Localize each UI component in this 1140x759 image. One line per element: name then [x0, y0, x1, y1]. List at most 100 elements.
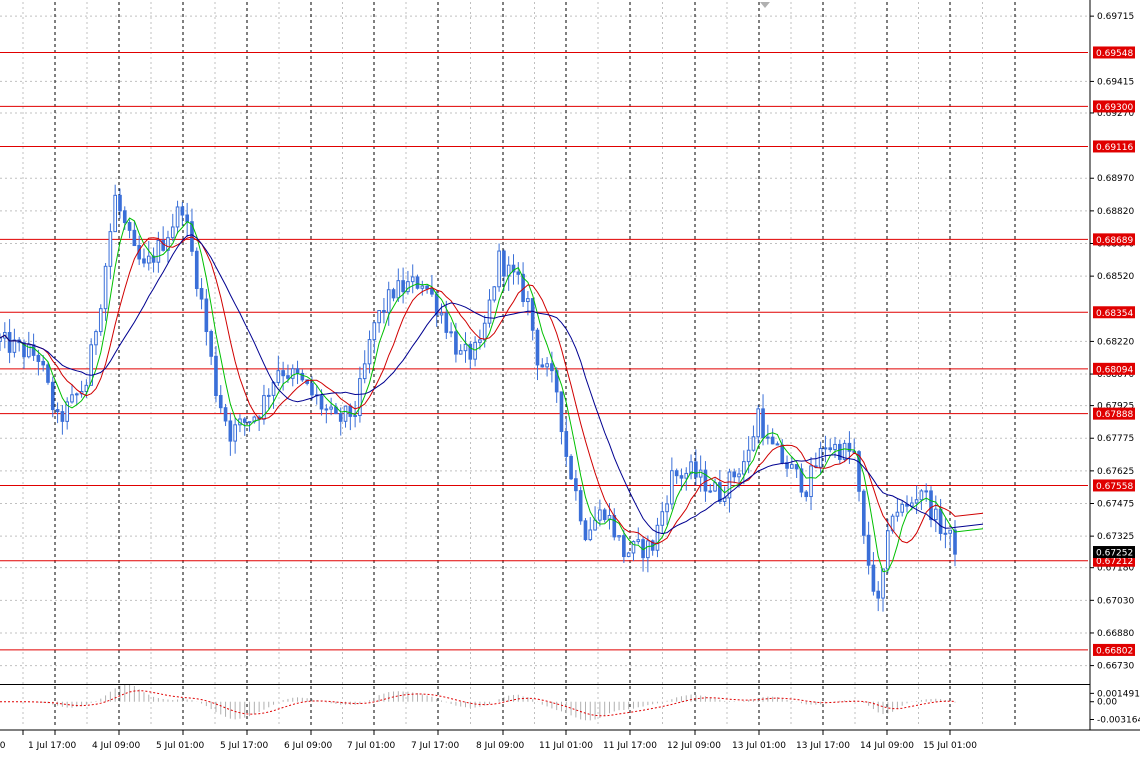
candle-body [60, 411, 65, 422]
candle-body [933, 508, 938, 521]
candle-body [396, 280, 401, 299]
time-tick-label: 4 Jul 09:00 [92, 741, 141, 751]
candle-body [924, 490, 929, 493]
candle-body [655, 524, 660, 551]
candle-body [276, 370, 281, 383]
candle-body [612, 515, 617, 538]
candle-body [478, 339, 482, 343]
current-price-tag-label: 0.67252 [1096, 549, 1133, 559]
candle-body [492, 286, 497, 301]
price-tick-label: 0.68520 [1097, 272, 1134, 282]
candle-body [454, 331, 458, 355]
candle-body [338, 413, 343, 422]
candle-body [919, 490, 924, 501]
candle-body [804, 491, 809, 498]
level-tag-label: 0.68354 [1096, 309, 1133, 319]
candle-body [358, 378, 362, 416]
candle-body [598, 509, 602, 521]
candle-body [233, 424, 237, 442]
price-tick-label: 0.66730 [1097, 662, 1134, 672]
candle-body [310, 382, 314, 396]
candle-body [761, 408, 765, 439]
level-tag-label: 0.69300 [1096, 103, 1133, 113]
price-chart[interactable]: 0.697150.694150.692700.689700.688200.686… [0, 0, 1140, 759]
candle-body [929, 490, 933, 521]
level-tag-label: 0.67212 [1096, 557, 1133, 567]
level-tag-label: 0.69548 [1096, 49, 1133, 59]
candle-body [564, 431, 569, 457]
candle-body [694, 461, 698, 478]
candle-body [420, 285, 425, 289]
candle-body [569, 455, 573, 480]
candle-body [425, 285, 429, 290]
candle-body [626, 552, 631, 558]
candle-body [861, 490, 866, 536]
candle-body [698, 469, 703, 478]
level-tag-label: 0.67558 [1096, 482, 1133, 492]
candle-body [593, 519, 597, 531]
price-tick-label: 0.69415 [1097, 77, 1134, 87]
candle-body [94, 331, 98, 346]
candle-body [209, 331, 213, 357]
candle-body [790, 464, 794, 469]
candle-body [487, 299, 492, 324]
candle-body [185, 214, 189, 223]
candle-body [343, 405, 348, 422]
price-tick-label: 0.68220 [1097, 337, 1134, 347]
candle-body [142, 258, 146, 264]
candle-body [132, 229, 137, 247]
candle-body [516, 271, 521, 275]
candle-body [415, 276, 420, 289]
candle-body [194, 250, 199, 290]
candle-body [914, 499, 919, 504]
candle-body [660, 511, 665, 526]
price-tick-label: 0.67030 [1097, 596, 1134, 606]
level-tag-label: 0.68094 [1096, 365, 1133, 375]
candle-body [118, 194, 122, 212]
candle-body [617, 535, 621, 538]
time-tick-label: 15 Jul 01:00 [923, 741, 977, 751]
candle-body [180, 206, 185, 216]
candle-body [838, 443, 842, 460]
candle-body [113, 194, 117, 233]
candle-body [199, 288, 204, 300]
candle-body [876, 590, 881, 599]
candle-body [885, 530, 890, 570]
candle-body [430, 288, 434, 295]
time-tick-label: 11 Jul 01:00 [539, 741, 593, 751]
candle-body [362, 363, 367, 380]
time-tick-label: 5 Jul 17:00 [220, 741, 269, 751]
candle-body [228, 420, 233, 442]
candle-body [247, 421, 252, 424]
candle-body [31, 344, 36, 356]
candle-body [70, 394, 74, 403]
candle-body [622, 535, 626, 558]
candle-body [386, 289, 391, 313]
price-tick-label: 0.69715 [1097, 12, 1134, 22]
candle-body [391, 289, 396, 299]
candle-body [463, 343, 468, 352]
candle-body [665, 503, 669, 513]
candle-body [103, 265, 108, 310]
candle-body [473, 341, 477, 360]
candle-body [948, 529, 953, 534]
time-tick-label: 5 Jul 01:00 [156, 741, 205, 751]
candle-body [526, 298, 530, 303]
candle-body [377, 310, 381, 324]
candle-body [55, 409, 60, 413]
level-tag-label: 0.67888 [1096, 410, 1133, 420]
candle-body [583, 520, 588, 541]
candle-body [372, 322, 377, 341]
candle-body [46, 364, 50, 383]
candle-body [684, 472, 689, 479]
osc-tick-label: -0.003164 [1097, 715, 1140, 725]
candle-body [444, 312, 449, 333]
candle-body [410, 276, 415, 283]
candle-body [550, 363, 554, 372]
candle-body [458, 350, 463, 355]
candle-body [588, 529, 593, 541]
candle-body [770, 436, 775, 445]
candle-body [367, 339, 372, 365]
candle-body [0, 337, 2, 342]
candle-body [794, 464, 799, 470]
